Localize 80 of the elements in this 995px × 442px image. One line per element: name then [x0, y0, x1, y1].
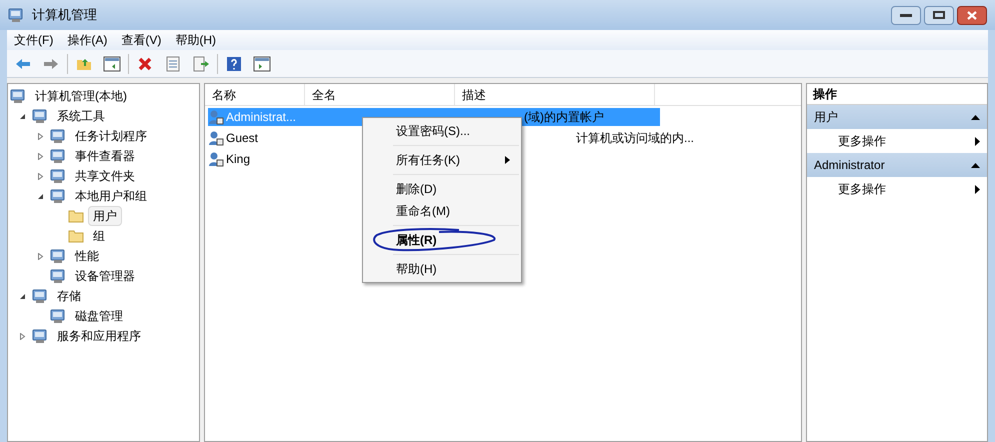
section-header[interactable]: Administrator	[807, 153, 987, 177]
tree-item[interactable]: 磁盘管理	[70, 306, 128, 326]
console-icon	[50, 188, 66, 204]
folder-up-icon	[76, 56, 92, 70]
user-name: Guest	[226, 130, 258, 146]
console-icon	[32, 288, 48, 304]
action-item[interactable]: 更多操作	[807, 177, 987, 201]
column-header[interactable]: 名称	[205, 84, 305, 105]
description-cell-text: 计算机或访问域的内...	[576, 130, 694, 146]
document-icon	[166, 56, 180, 72]
expand-arrow-icon[interactable]	[18, 332, 26, 340]
window-title: 计算机管理	[32, 6, 97, 24]
menu-item[interactable]: 文件(F)	[7, 31, 60, 49]
column-header[interactable]: 全名	[305, 84, 455, 105]
console-icon	[50, 268, 66, 284]
console-icon	[10, 88, 26, 104]
delete-icon	[138, 56, 152, 70]
back-arrow-icon	[15, 58, 31, 70]
folder-icon	[68, 229, 84, 243]
table-row[interactable]: King	[208, 150, 250, 168]
maximize-button[interactable]	[924, 6, 954, 24]
user-name: King	[226, 150, 250, 168]
description-cell-text: (域)的内置帐户	[524, 108, 604, 126]
tree-item[interactable]: 设备管理器	[70, 266, 140, 286]
user-icon	[208, 150, 224, 166]
tree-item[interactable]: 任务计划程序	[70, 126, 152, 146]
submenu-arrow-icon	[975, 184, 980, 194]
help-icon	[226, 56, 242, 72]
menu-item[interactable]: 所有任务(K)	[363, 149, 521, 171]
expand-arrow-icon[interactable]	[36, 252, 44, 260]
tree-item[interactable]: 系统工具	[52, 106, 110, 126]
collapse-arrow-icon	[971, 162, 980, 168]
forward-arrow-icon	[43, 58, 59, 70]
close-icon	[967, 10, 977, 20]
collapse-arrow-icon[interactable]	[18, 292, 26, 300]
tree-item[interactable]: 共享文件夹	[70, 166, 140, 186]
table-row[interactable]: Guest	[208, 128, 258, 146]
console-icon	[50, 148, 66, 164]
menu-item[interactable]: 重命名(M)	[363, 200, 521, 222]
column-header[interactable]: 描述	[455, 84, 655, 105]
folder-icon	[68, 209, 84, 223]
user-icon	[208, 130, 224, 146]
console-icon	[8, 7, 24, 23]
tree-item[interactable]: 计算机管理(本地)	[30, 86, 132, 106]
collapse-arrow-icon[interactable]	[18, 112, 26, 120]
user-name: Administrat...	[226, 108, 296, 126]
minimize-button[interactable]	[891, 6, 921, 24]
tree-item[interactable]: 存储	[52, 286, 86, 306]
collapse-arrow-icon	[971, 114, 980, 120]
pane-icon	[253, 56, 271, 72]
menu-item[interactable]: 删除(D)	[363, 178, 521, 200]
menu-item[interactable]: 查看(V)	[114, 31, 168, 49]
tree-item[interactable]: 事件查看器	[70, 146, 140, 166]
submenu-arrow-icon	[505, 156, 510, 164]
user-icon	[208, 108, 224, 124]
menu-item[interactable]: 属性(R)	[363, 229, 521, 251]
menu-item[interactable]: 操作(A)	[60, 31, 114, 49]
tree-item[interactable]: 用户	[88, 206, 122, 226]
expand-arrow-icon[interactable]	[36, 132, 44, 140]
tree-item[interactable]: 服务和应用程序	[52, 326, 146, 346]
console-icon	[50, 308, 66, 324]
pane-icon	[103, 56, 121, 72]
console-icon	[32, 328, 48, 344]
expand-arrow-icon[interactable]	[36, 172, 44, 180]
console-icon	[50, 248, 66, 264]
console-icon	[50, 168, 66, 184]
tree-item[interactable]: 性能	[70, 246, 104, 266]
tree-item[interactable]: 组	[88, 226, 110, 246]
submenu-arrow-icon	[975, 136, 980, 146]
collapse-arrow-icon[interactable]	[36, 192, 44, 200]
menu-item[interactable]: 帮助(H)	[363, 258, 521, 280]
expand-arrow-icon[interactable]	[36, 152, 44, 160]
section-header[interactable]: 用户	[807, 105, 987, 129]
menu-item[interactable]: 帮助(H)	[168, 31, 223, 49]
close-button[interactable]	[957, 6, 987, 24]
export-icon	[193, 56, 209, 72]
console-icon	[50, 128, 66, 144]
console-icon	[32, 108, 48, 124]
tree-item[interactable]: 本地用户和组	[70, 186, 152, 206]
action-item[interactable]: 更多操作	[807, 129, 987, 153]
